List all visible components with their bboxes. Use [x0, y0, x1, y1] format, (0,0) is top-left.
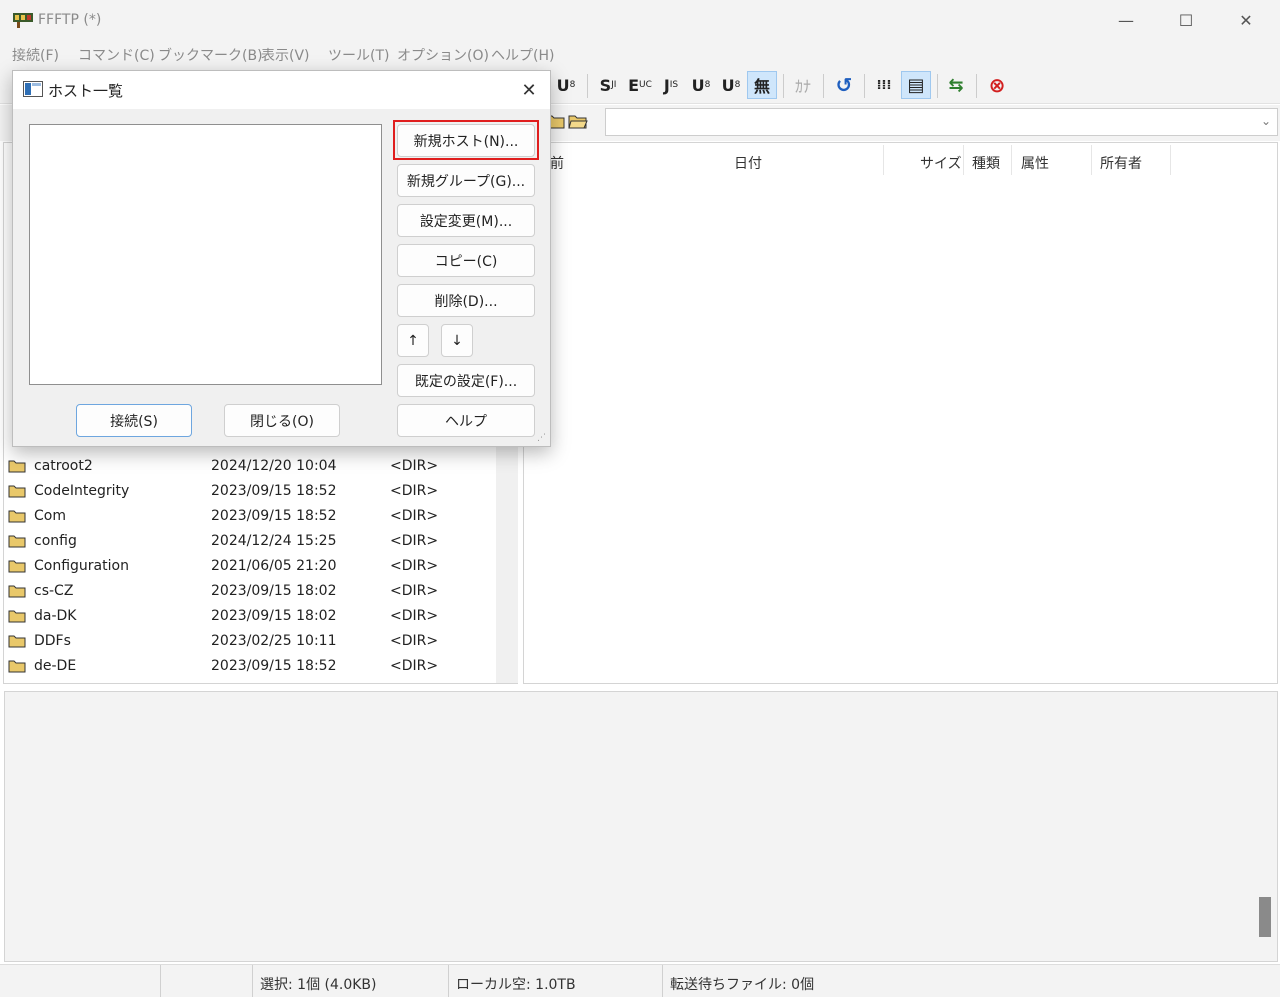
move-down-button[interactable]: ↓	[441, 324, 473, 357]
host-list-dialog: ホスト一覧 ✕ 新規ホスト(N)... 新規グループ(G)... 設定変更(M)…	[12, 70, 551, 447]
utf8-icon[interactable]: U8	[553, 71, 579, 99]
file-row[interactable]: cs-CZ 2023/09/15 18:02 <DIR>	[8, 580, 488, 605]
file-row[interactable]: DDFs 2023/02/25 10:11 <DIR>	[8, 630, 488, 655]
connect-button[interactable]: 接続(S)	[76, 404, 192, 437]
chevron-down-icon: ⌄	[1260, 114, 1271, 128]
menu-bookmark[interactable]: ブックマーク(B)	[158, 45, 263, 65]
remote-path-dropdown[interactable]: ⌄	[605, 108, 1278, 136]
status-selection: 選択: 1個 (4.0KB)	[260, 977, 377, 993]
kana-icon[interactable]: ｶﾅ	[789, 71, 817, 99]
folder-icon	[8, 535, 26, 548]
column-attributes[interactable]: 属性	[1021, 153, 1049, 173]
column-size[interactable]: サイズ	[920, 153, 962, 173]
menu-view[interactable]: 表示(V)	[261, 45, 310, 65]
file-row[interactable]: CodeIntegrity 2023/09/15 18:52 <DIR>	[8, 480, 488, 505]
list-view-icon[interactable]: ⁞⁞⁞	[870, 71, 898, 99]
euc-icon[interactable]: E UC	[627, 71, 653, 99]
close-icon: ✕	[521, 79, 537, 101]
file-row[interactable]: Com 2023/09/15 18:52 <DIR>	[8, 505, 488, 530]
close-window-button[interactable]: ✕	[1216, 0, 1276, 40]
refresh-icon[interactable]: ↺	[830, 71, 858, 99]
minimize-icon: —	[1118, 10, 1134, 30]
column-separator	[883, 145, 884, 175]
default-settings-button[interactable]: 既定の設定(F)...	[397, 364, 535, 397]
sjis-icon[interactable]: S JI	[595, 71, 621, 99]
move-up-button[interactable]: ↑	[397, 324, 429, 357]
toolbar-separator	[976, 74, 977, 98]
folder-icon	[8, 610, 26, 623]
remote-file-pane[interactable]: 前 日付 サイズ 種類 属性 所有者	[523, 142, 1278, 684]
toolbar-separator	[864, 74, 865, 98]
window-title: FFFTP (*)	[38, 12, 102, 28]
host-list[interactable]	[29, 124, 382, 385]
menu-bar: 接続(F) コマンド(C) ブックマーク(B) 表示(V) ツール(T) オプシ…	[0, 40, 1280, 68]
folder-icon	[8, 485, 26, 498]
minimize-button[interactable]: —	[1096, 0, 1156, 40]
menu-options[interactable]: オプション(O)	[397, 45, 489, 65]
column-date[interactable]: 日付	[734, 153, 762, 173]
edit-settings-button[interactable]: 設定変更(M)...	[397, 204, 535, 237]
toolbar-separator	[823, 74, 824, 98]
file-row[interactable]: da-DK 2023/09/15 18:02 <DIR>	[8, 605, 488, 630]
status-cell	[160, 965, 252, 997]
file-row[interactable]: de-DE 2023/09/15 18:52 <DIR>	[8, 655, 488, 680]
toolbar-separator	[937, 74, 938, 98]
utf8n-icon[interactable]: U8	[688, 71, 714, 99]
toolbar-separator	[783, 74, 784, 98]
maximize-icon: ☐	[1178, 10, 1194, 30]
menu-command[interactable]: コマンド(C)	[78, 45, 155, 65]
log-pane[interactable]	[4, 691, 1278, 962]
column-owner[interactable]: 所有者	[1100, 153, 1142, 173]
jis-icon[interactable]: J IS	[658, 71, 684, 99]
file-row[interactable]: Configuration 2021/06/05 21:20 <DIR>	[8, 555, 488, 580]
utf8-bom-icon[interactable]: U8	[718, 71, 744, 99]
folder-icon	[8, 635, 26, 648]
menu-tools[interactable]: ツール(T)	[328, 45, 389, 65]
folder-icon	[8, 510, 26, 523]
toolbar-separator	[587, 74, 588, 98]
close-button[interactable]: 閉じる(O)	[224, 404, 340, 437]
maximize-button[interactable]: ☐	[1156, 0, 1216, 40]
column-type[interactable]: 種類	[972, 153, 1000, 173]
status-queue: 転送待ちファイル: 0個	[670, 977, 815, 993]
resize-grip-icon[interactable]: ⋰	[537, 433, 546, 443]
dialog-title: ホスト一覧	[48, 82, 124, 100]
file-row[interactable]: config 2024/12/24 15:25 <DIR>	[8, 530, 488, 555]
status-bar: 選択: 1個 (4.0KB) ローカル空: 1.0TB 転送待ちファイル: 0個	[0, 964, 1280, 997]
window-titlebar: FFFTP (*) — ☐ ✕	[0, 0, 1280, 40]
column-separator	[963, 145, 964, 175]
delete-button[interactable]: 削除(D)...	[397, 284, 535, 317]
folder-icon	[8, 660, 26, 673]
log-scrollbar-thumb[interactable]	[1259, 897, 1271, 937]
column-separator	[1091, 145, 1092, 175]
copy-button[interactable]: コピー(C)	[397, 244, 535, 277]
dialog-close-button[interactable]: ✕	[513, 75, 545, 105]
help-button[interactable]: ヘルプ	[397, 404, 535, 437]
close-icon: ✕	[1239, 10, 1253, 30]
folder-icon	[8, 585, 26, 598]
no-conversion-icon[interactable]: 無	[747, 71, 777, 99]
open-folder-icon[interactable]	[568, 113, 588, 129]
column-separator	[1011, 145, 1012, 175]
folder-icon	[8, 560, 26, 573]
sync-icon[interactable]: ⇆	[942, 71, 970, 99]
highlight-box	[393, 120, 539, 160]
menu-help[interactable]: ヘルプ(H)	[491, 45, 554, 65]
status-local-free: ローカル空: 1.0TB	[456, 977, 576, 993]
stop-icon[interactable]: ⊗	[983, 71, 1011, 99]
detail-view-icon[interactable]: ▤	[901, 71, 931, 99]
file-row[interactable]: catroot2 2024/12/20 10:04 <DIR>	[8, 455, 488, 480]
window-icon	[23, 81, 43, 97]
column-separator	[1170, 145, 1171, 175]
menu-connect[interactable]: 接続(F)	[12, 45, 59, 65]
folder-icon	[8, 460, 26, 473]
column-name[interactable]: 前	[550, 153, 564, 173]
ffftp-app-icon	[13, 13, 33, 28]
new-group-button[interactable]: 新規グループ(G)...	[397, 164, 535, 197]
dialog-titlebar[interactable]: ホスト一覧 ✕	[13, 71, 550, 109]
